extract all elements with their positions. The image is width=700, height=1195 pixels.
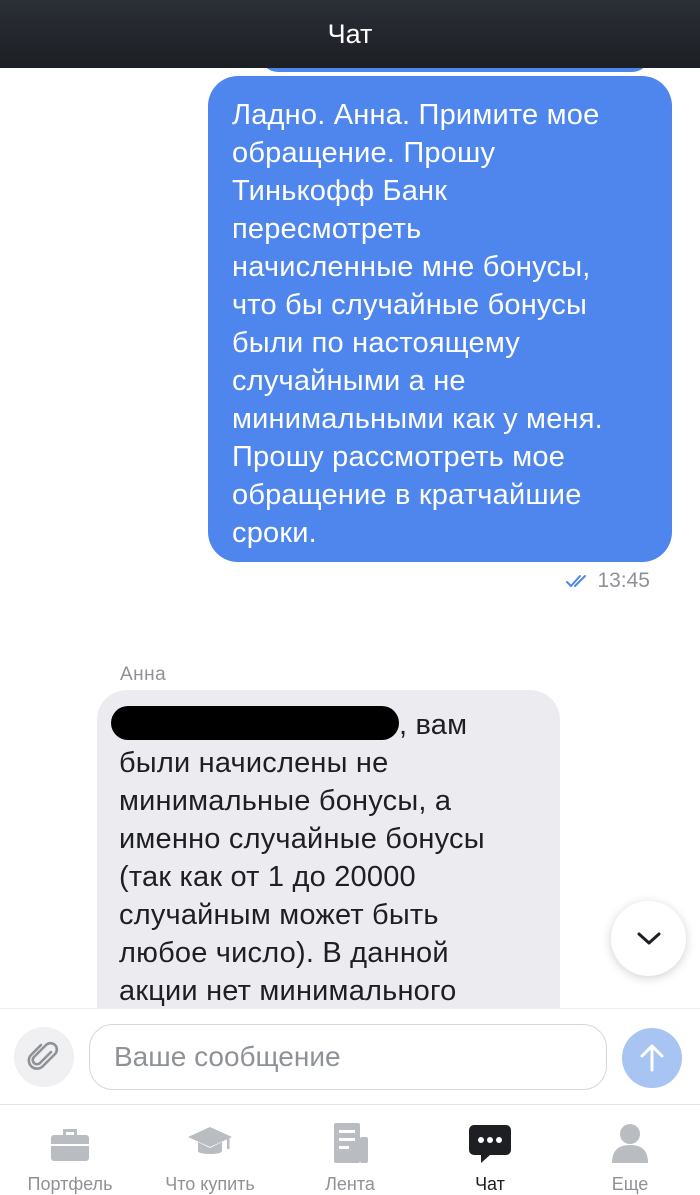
message-line: любое число). В данной — [119, 937, 449, 969]
double-check-icon — [566, 575, 587, 587]
tab-label: Еще — [611, 1174, 649, 1194]
graduation-cap-icon — [188, 1127, 232, 1154]
message-line: случайным может быть — [119, 899, 439, 931]
page-title: Чат — [327, 18, 373, 49]
message-line: начисленные мне бонусы, — [232, 251, 591, 283]
outgoing-message-bubble[interactable]: Ладно. Анна. Примите мое обращение. Прош… — [208, 76, 672, 562]
tab-portfolio[interactable]: Портфель — [0, 1105, 140, 1195]
message-status: 13:45 — [565, 568, 650, 594]
message-input[interactable] — [89, 1024, 607, 1090]
tab-label: Портфель — [27, 1174, 113, 1194]
arrow-up-icon — [640, 1044, 664, 1072]
message-line: сроки. — [232, 517, 317, 549]
message-line: обращение. Прошу — [232, 137, 496, 169]
tab-chat[interactable]: Чат — [420, 1105, 560, 1195]
paperclip-icon — [27, 1041, 59, 1070]
tab-more[interactable]: Еще — [560, 1105, 700, 1195]
chat-area[interactable]: Ладно. Анна. Примите мое обращение. Прош… — [0, 68, 700, 1008]
tab-feed[interactable]: Лента — [280, 1105, 420, 1195]
message-line: Прошу рассмотреть мое — [232, 441, 566, 473]
message-line: минимальными как у меня. — [232, 403, 603, 435]
previous-message-bubble — [260, 68, 650, 72]
incoming-message-bubble[interactable]: , вам были начислены не минимальные бону… — [97, 690, 560, 1008]
message-line: Тинькофф Банк — [232, 175, 448, 207]
message-line: обращение в кратчайшие — [232, 479, 582, 511]
tab-label: Что купить — [165, 1174, 255, 1194]
message-line: случайными а не — [232, 365, 466, 397]
tab-what-to-buy[interactable]: Что купить — [140, 1105, 280, 1195]
message-line: , вам — [111, 706, 538, 744]
message-line: акции нет минимального — [119, 975, 457, 1007]
tab-bar: Портфель Что купить Лента Чат Еще — [0, 1104, 700, 1195]
send-button[interactable] — [622, 1028, 682, 1088]
scroll-down-button[interactable] — [611, 901, 686, 976]
message-line: были начислены не — [119, 747, 389, 779]
tab-label: Чат — [475, 1174, 505, 1194]
message-line: (так как от 1 до 20000 — [119, 861, 416, 893]
tab-label: Лента — [325, 1174, 375, 1194]
message-line: минимальные бонусы, а — [119, 785, 452, 817]
sender-name: Анна — [120, 664, 167, 685]
news-feed-icon — [334, 1123, 368, 1163]
header-bar: Чат — [0, 0, 700, 68]
briefcase-icon — [51, 1129, 89, 1161]
message-composer — [0, 1008, 700, 1104]
message-line-tail: , вам — [399, 709, 468, 741]
message-time: 13:45 — [597, 569, 650, 592]
message-line: пересмотреть — [232, 213, 422, 245]
chat-bubble-icon — [469, 1125, 511, 1163]
message-line: были по настоящему — [232, 327, 520, 359]
user-icon — [612, 1124, 648, 1163]
redacted-name — [111, 706, 399, 740]
message-line: Ладно. Анна. Примите мое — [232, 99, 600, 131]
message-line: именно случайные бонусы — [119, 823, 485, 855]
attach-button[interactable] — [14, 1027, 74, 1087]
message-line: что бы случайные бонусы — [232, 289, 588, 321]
chevron-down-icon — [637, 932, 660, 944]
